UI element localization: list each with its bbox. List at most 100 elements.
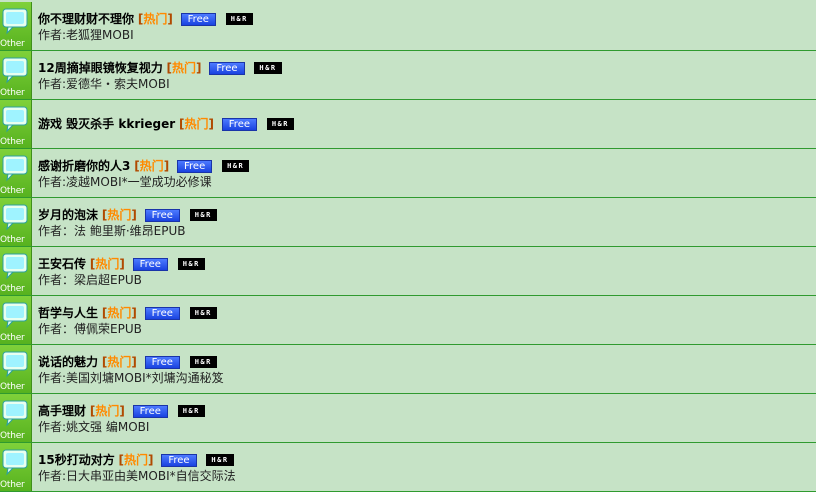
torrent-title-link[interactable]: 王安石传 [38,257,86,271]
title-line: 12周摘掉眼镜恢复视力 [热门] Free H&R [38,61,282,75]
torrent-title-link[interactable]: 15秒打动对方 [38,453,115,467]
author-text: 作者:爱德华・索夫MOBI [38,77,170,91]
speech-bubble-icon [2,8,28,35]
author-text: 作者：梁启超EPUB [38,273,142,287]
free-badge: Free [144,356,180,369]
torrent-title-link[interactable]: 高手理财 [38,404,86,418]
free-badge: Free [144,307,180,320]
title-line: 说话的魅力 [热门] Free H&R [38,355,217,369]
category-other-icon[interactable]: Other [0,247,32,295]
category-other-icon[interactable]: Other [0,2,32,50]
title-line: 游戏 毁灭杀手 kkrieger [热门] Free H&R [38,117,294,131]
list-item[interactable]: Other 岁月的泡沫 [热门] Free H&R 作者：法 鲍里斯·维昂EPU… [0,198,816,247]
list-item[interactable]: Other 感谢折磨你的人3 [热门] Free H&R 作者:凌越MOBI*一… [0,149,816,198]
free-badge: Free [144,209,180,222]
author-text: 作者：傅佩荣EPUB [38,322,142,336]
title-line: 王安石传 [热门] Free H&R [38,257,205,271]
category-other-icon[interactable]: Other [0,198,32,246]
list-item[interactable]: Other 游戏 毁灭杀手 kkrieger [热门] Free H&R [0,100,816,149]
category-other-icon[interactable]: Other [0,296,32,344]
hot-tag: 热门 [184,117,209,131]
category-label: Other [0,284,25,294]
category-other-icon[interactable]: Other [0,394,32,442]
title-line: 你不理财财不理你 [热门] Free H&R [38,12,253,26]
hot-bracket-close: ] [131,208,137,222]
title-line: 感谢折磨你的人3 [热门] Free H&R [38,159,250,173]
hot-bracket-close: ] [131,306,137,320]
torrent-title-link[interactable]: 12周摘掉眼镜恢复视力 [38,61,163,75]
hot-bracket-close: ] [119,257,125,271]
hot-bracket-close: ] [196,61,202,75]
free-badge: Free [180,13,216,26]
author-text: 作者:凌越MOBI*一堂成功必修课 [38,175,212,189]
list-item[interactable]: Other 12周摘掉眼镜恢复视力 [热门] Free H&R 作者:爱德华・索… [0,51,816,100]
category-label: Other [0,480,25,490]
author-text: 作者:美国刘墉MOBI*刘墉沟通秘笈 [38,371,224,385]
speech-bubble-icon [2,449,28,476]
speech-bubble-icon [2,400,28,427]
hot-bracket-close: ] [167,12,173,26]
free-badge: Free [209,62,245,75]
category-other-icon[interactable]: Other [0,51,32,99]
hit-and-run-badge: H&R [222,160,250,172]
title-line: 高手理财 [热门] Free H&R [38,404,205,418]
list-item[interactable]: Other 哲学与人生 [热门] Free H&R 作者：傅佩荣EPUB [0,296,816,345]
speech-bubble-icon [2,155,28,182]
category-label: Other [0,137,25,147]
category-label: Other [0,88,25,98]
free-badge: Free [161,454,197,467]
list-item[interactable]: Other 你不理财财不理你 [热门] Free H&R 作者:老狐狸MOBI [0,2,816,51]
category-label: Other [0,235,25,245]
hit-and-run-badge: H&R [189,209,217,221]
category-label: Other [0,186,25,196]
speech-bubble-icon [2,351,28,378]
hot-tag: 热门 [107,208,132,222]
author-text: 作者：法 鲍里斯·维昂EPUB [38,224,186,238]
hot-bracket-close: ] [131,355,137,369]
hot-tag: 热门 [124,453,149,467]
torrent-list: Other 你不理财财不理你 [热门] Free H&R 作者:老狐狸MOBI … [0,2,816,492]
category-other-icon[interactable]: Other [0,100,32,148]
hot-bracket-close: ] [208,117,214,131]
speech-bubble-icon [2,253,28,280]
hit-and-run-badge: H&R [225,13,253,25]
list-item[interactable]: Other 高手理财 [热门] Free H&R 作者:姚文强 编MOBI [0,394,816,443]
hot-tag: 热门 [139,159,164,173]
speech-bubble-icon [2,106,28,133]
category-label: Other [0,431,25,441]
hot-tag: 热门 [95,404,120,418]
hit-and-run-badge: H&R [206,454,234,466]
list-item[interactable]: Other 说话的魅力 [热门] Free H&R 作者:美国刘墉MOBI*刘墉… [0,345,816,394]
free-badge: Free [177,160,213,173]
category-label: Other [0,333,25,343]
category-other-icon[interactable]: Other [0,443,32,491]
speech-bubble-icon [2,57,28,84]
free-badge: Free [221,118,258,131]
hot-bracket-close: ] [119,404,125,418]
torrent-title-link[interactable]: 哲学与人生 [38,306,98,320]
speech-bubble-icon [2,204,28,231]
hot-tag: 热门 [95,257,120,271]
torrent-title-link[interactable]: 你不理财财不理你 [38,12,134,26]
hit-and-run-badge: H&R [254,62,282,74]
torrent-title-link[interactable]: 感谢折磨你的人3 [38,159,130,173]
speech-bubble-icon [2,302,28,329]
free-badge: Free [132,405,168,418]
category-other-icon[interactable]: Other [0,149,32,197]
category-label: Other [0,382,25,392]
list-item[interactable]: Other 王安石传 [热门] Free H&R 作者：梁启超EPUB [0,247,816,296]
category-other-icon[interactable]: Other [0,345,32,393]
hit-and-run-badge: H&R [189,307,217,319]
torrent-title-link[interactable]: 游戏 毁灭杀手 kkrieger [38,117,175,131]
hot-tag: 热门 [143,12,168,26]
hit-and-run-badge: H&R [177,258,205,270]
title-line: 15秒打动对方 [热门] Free H&R [38,453,234,467]
torrent-title-link[interactable]: 说话的魅力 [38,355,98,369]
hit-and-run-badge: H&R [177,405,205,417]
title-line: 哲学与人生 [热门] Free H&R [38,306,217,320]
free-badge: Free [132,258,168,271]
hot-tag: 热门 [107,355,132,369]
torrent-title-link[interactable]: 岁月的泡沫 [38,208,98,222]
list-item[interactable]: Other 15秒打动对方 [热门] Free H&R 作者:日大串亚由美MOB… [0,443,816,492]
hot-bracket-close: ] [163,159,170,173]
